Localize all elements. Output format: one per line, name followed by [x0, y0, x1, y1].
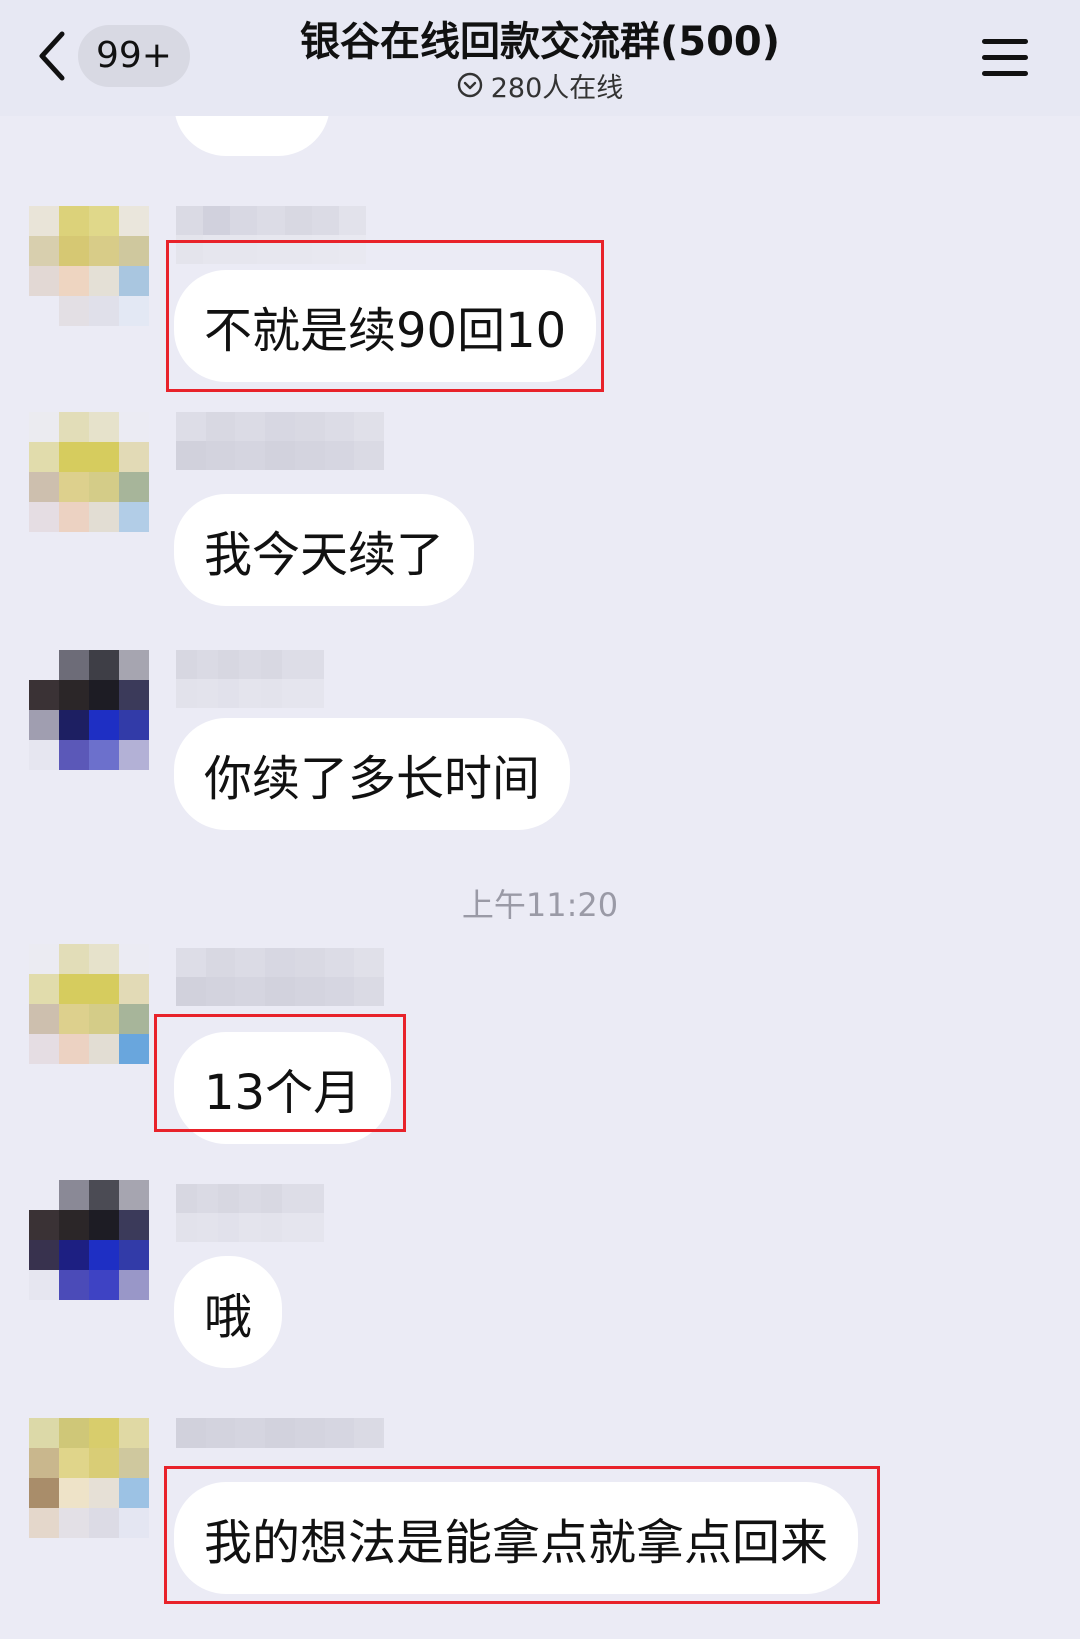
message-text: 我今天续了 [204, 527, 445, 583]
sender-name-blurred [176, 948, 384, 1006]
message-bubble[interactable]: 不就是续90回10 [174, 270, 597, 382]
message-text: 你续了多长时间 [204, 751, 541, 807]
message-timestamp: 上午11:20 [461, 886, 619, 924]
message-text: 我的想法是能拿点就拿点回来 [204, 1515, 829, 1571]
avatar[interactable] [29, 650, 149, 770]
online-status: 280人在线 [457, 72, 624, 106]
group-title: 银谷在线回款交流群(500) [299, 19, 781, 65]
avatar[interactable] [29, 1180, 149, 1300]
header-title-area[interactable]: 银谷在线回款交流群(500) 280人在线 [0, 12, 1080, 106]
message-text: 不就是续90回10 [204, 303, 567, 359]
avatar[interactable] [29, 944, 149, 1064]
message-text: 哦 [204, 1289, 253, 1345]
avatar[interactable] [29, 1418, 149, 1538]
online-count: 280人在线 [490, 73, 624, 104]
message-bubble[interactable]: 哦 [174, 1256, 283, 1368]
sender-name-blurred [176, 1184, 324, 1242]
sender-name-blurred [176, 206, 366, 264]
sender-name-blurred [176, 412, 384, 470]
message-text: 13个月 [204, 1065, 362, 1121]
message-bubble[interactable]: 我的想法是能拿点就拿点回来 [174, 1482, 859, 1594]
message-bubble[interactable]: 13个月 [174, 1032, 392, 1144]
chat-header: 99+ 银谷在线回款交流群(500) 280人在线 [0, 0, 1080, 116]
message-bubble[interactable]: 你续了多长时间 [174, 718, 571, 830]
avatar[interactable] [29, 206, 149, 326]
message-bubble[interactable]: 我今天续了 [174, 494, 475, 606]
chat-area: 没有 不就是续90回10 我今天续了 你续了多长时间 [0, 0, 1080, 1639]
sender-name-blurred [176, 650, 324, 708]
avatar[interactable] [29, 412, 149, 532]
chevron-down-circle-icon [457, 72, 483, 106]
sender-name-blurred [176, 1418, 384, 1448]
menu-icon[interactable] [982, 38, 1028, 82]
